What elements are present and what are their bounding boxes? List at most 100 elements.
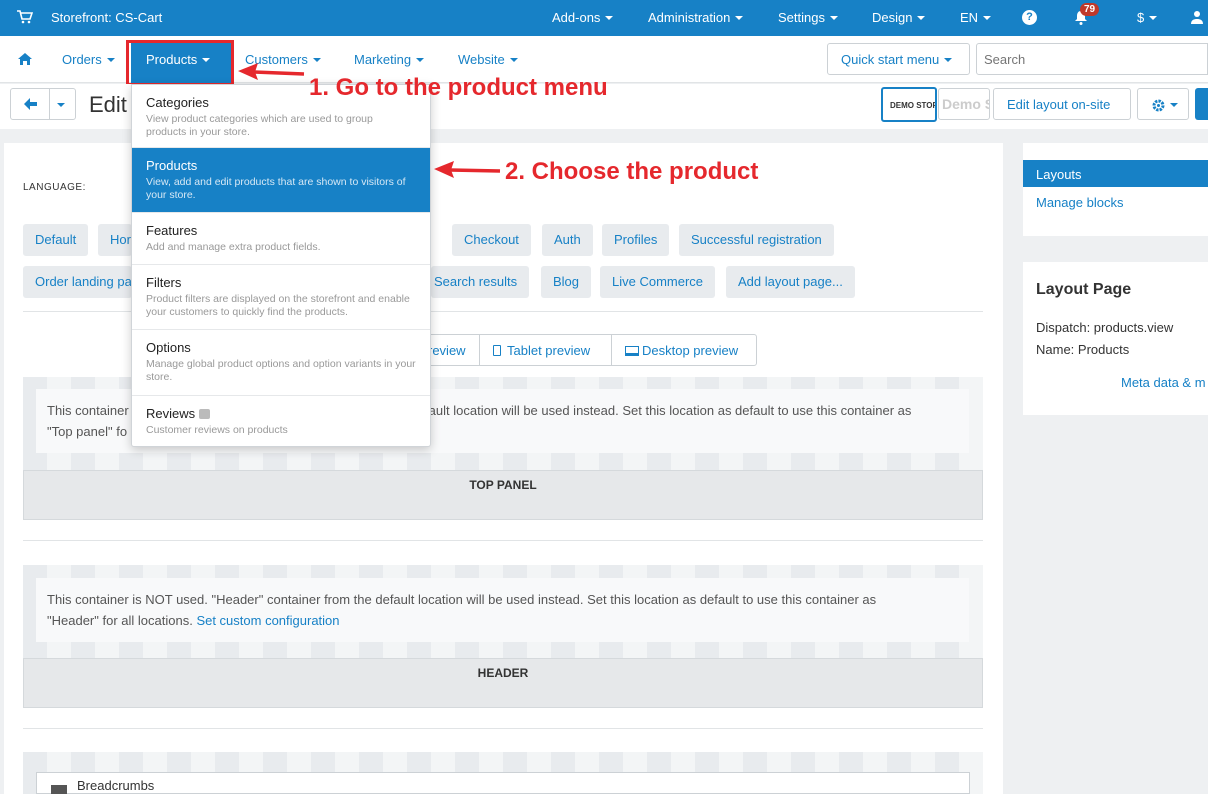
notice-text: This container is NOT used. "Header" con…	[47, 592, 877, 607]
layout-page-tab[interactable]: Default	[23, 224, 89, 256]
puzzle-icon	[198, 409, 210, 419]
topnav-settings[interactable]: Settings	[778, 10, 838, 25]
quick-start-menu-button[interactable]: Quick start menu	[827, 43, 970, 75]
breadcrumbs-block-label: Breadcrumbs	[77, 778, 155, 793]
gear-icon	[1152, 99, 1165, 112]
save-button[interactable]	[1195, 88, 1208, 120]
currency-label: $	[1137, 10, 1145, 25]
divider	[479, 335, 480, 365]
layout-page-title: Layout Page	[1036, 281, 1132, 298]
currency-selector[interactable]: $	[1137, 10, 1158, 25]
phone-preview-button[interactable]: review	[428, 343, 466, 358]
demo-store-logo-text[interactable]: Demo Sto	[938, 88, 990, 120]
add-layout-page-button[interactable]: Add layout page...	[726, 266, 855, 298]
topnav-addons-label: Add-ons	[552, 10, 601, 25]
search-input[interactable]	[976, 43, 1208, 75]
dropdown-item-description: Product filters are displayed on the sto…	[146, 293, 410, 318]
back-button[interactable]	[10, 88, 50, 120]
chevron-down-icon	[983, 15, 992, 20]
header-label: HEADER	[23, 658, 983, 708]
topnav-design-label: Design	[872, 10, 913, 25]
notice-text: "Top panel" fo	[47, 424, 128, 439]
dropdown-item-filters[interactable]: Filters Product filters are displayed on…	[132, 265, 430, 330]
dropdown-item-title: Options	[146, 340, 191, 355]
layout-page-tab[interactable]: Hor	[98, 224, 132, 256]
chevron-down-icon	[944, 57, 953, 62]
cart-icon[interactable]	[17, 10, 33, 24]
menu-orders-label: Orders	[62, 52, 102, 67]
tablet-preview-button[interactable]: Tablet preview	[493, 343, 590, 358]
tablet-preview-label: Tablet preview	[507, 343, 591, 358]
topnav-administration-label: Administration	[648, 10, 731, 25]
edit-layout-on-site-button[interactable]: Edit layout on-site	[993, 88, 1131, 120]
desktop-preview-label: Desktop preview	[642, 343, 739, 358]
dropdown-item-title: Filters	[146, 275, 182, 290]
dropdown-item-features[interactable]: Features Add and manage extra product fi…	[132, 213, 430, 265]
divider	[611, 335, 612, 365]
meta-data-link[interactable]: Meta data & m	[1121, 375, 1206, 390]
chevron-down-icon	[917, 15, 926, 20]
dropdown-item-options[interactable]: Options Manage global product options an…	[132, 330, 430, 396]
layout-page-tab[interactable]: Order landing pa	[23, 266, 132, 298]
chevron-down-icon	[106, 57, 115, 62]
back-history-dropdown[interactable]	[49, 88, 76, 120]
sidebar-item-layouts[interactable]: Layouts	[1023, 160, 1208, 187]
topnav-administration[interactable]: Administration	[648, 10, 744, 25]
topnav-settings-label: Settings	[778, 10, 825, 25]
layout-page-tab[interactable]: Successful registration	[679, 224, 834, 256]
dropdown-item-description: Manage global product options and option…	[146, 358, 416, 383]
chevron-down-icon	[57, 103, 65, 107]
preview-switcher: review Tablet preview Desktop preview	[412, 334, 757, 366]
desktop-icon	[625, 346, 639, 356]
layout-page-tab[interactable]: Checkout	[452, 224, 531, 256]
divider	[23, 728, 983, 729]
page-title: Edit	[89, 92, 127, 117]
settings-dropdown-button[interactable]	[1137, 88, 1189, 120]
chevron-down-icon	[416, 57, 425, 62]
dropdown-item-reviews[interactable]: Reviews Customer reviews on products	[132, 396, 430, 446]
language-label: LANGUAGE:	[23, 182, 86, 193]
topnav-design[interactable]: Design	[872, 10, 926, 25]
layout-page-tab[interactable]: Auth	[542, 224, 593, 256]
layout-page-tab[interactable]: Blog	[541, 266, 592, 298]
home-icon[interactable]	[18, 53, 32, 65]
dropdown-item-description: Add and manage extra product fields.	[146, 241, 321, 253]
sidebar-item-manage-blocks[interactable]: Manage blocks	[1036, 195, 1123, 210]
desktop-preview-button[interactable]: Desktop preview	[625, 343, 738, 358]
dropdown-item-title: Products	[146, 158, 198, 173]
notice-text: ault location will be used instead. Set …	[428, 403, 912, 418]
layout-page-tab[interactable]: Search results	[431, 266, 530, 298]
chevron-down-icon	[829, 15, 838, 20]
layout-page-tab[interactable]: Live Commerce	[600, 266, 716, 298]
topnav-addons[interactable]: Add-ons	[552, 10, 614, 25]
user-icon[interactable]	[1191, 10, 1203, 24]
dropdown-item-description: View, add and edit products that are sho…	[146, 176, 406, 201]
annotation-arrow-icon	[238, 63, 305, 80]
layout-page-tab[interactable]: Profiles	[602, 224, 670, 256]
help-icon[interactable]: ?	[1022, 10, 1037, 25]
topnav-language[interactable]: EN	[960, 10, 992, 25]
breadcrumbs-block[interactable]: Breadcrumbs	[36, 772, 970, 794]
name-info: Name: Products	[1036, 342, 1130, 357]
divider	[23, 540, 983, 541]
notification-badge: 79	[1080, 3, 1100, 16]
quick-start-label: Quick start menu	[841, 52, 940, 67]
container-notice: This container is NOT used. "Header" con…	[36, 578, 969, 642]
storefront-name[interactable]: Storefront: CS-Cart	[51, 10, 162, 25]
notice-text: This container	[47, 403, 129, 418]
sidebar-navigation	[1023, 143, 1208, 236]
menu-marketing[interactable]: Marketing	[354, 52, 425, 67]
menu-website-label: Website	[458, 52, 505, 67]
drag-handle-icon[interactable]	[51, 785, 67, 794]
demo-store-logo[interactable]: DEMO STORE	[881, 87, 937, 122]
set-custom-configuration-link[interactable]: Set custom configuration	[196, 613, 339, 628]
menu-website[interactable]: Website	[458, 52, 518, 67]
chevron-down-icon	[312, 57, 321, 62]
dropdown-item-products[interactable]: Products View, add and edit products tha…	[132, 148, 430, 213]
dropdown-item-title: Reviews	[146, 406, 196, 421]
tablet-icon	[493, 345, 501, 356]
menu-orders[interactable]: Orders	[62, 52, 115, 67]
chevron-down-icon	[735, 15, 744, 20]
chevron-down-icon	[509, 57, 518, 62]
annotation-step-2: 2. Choose the product	[505, 158, 759, 185]
